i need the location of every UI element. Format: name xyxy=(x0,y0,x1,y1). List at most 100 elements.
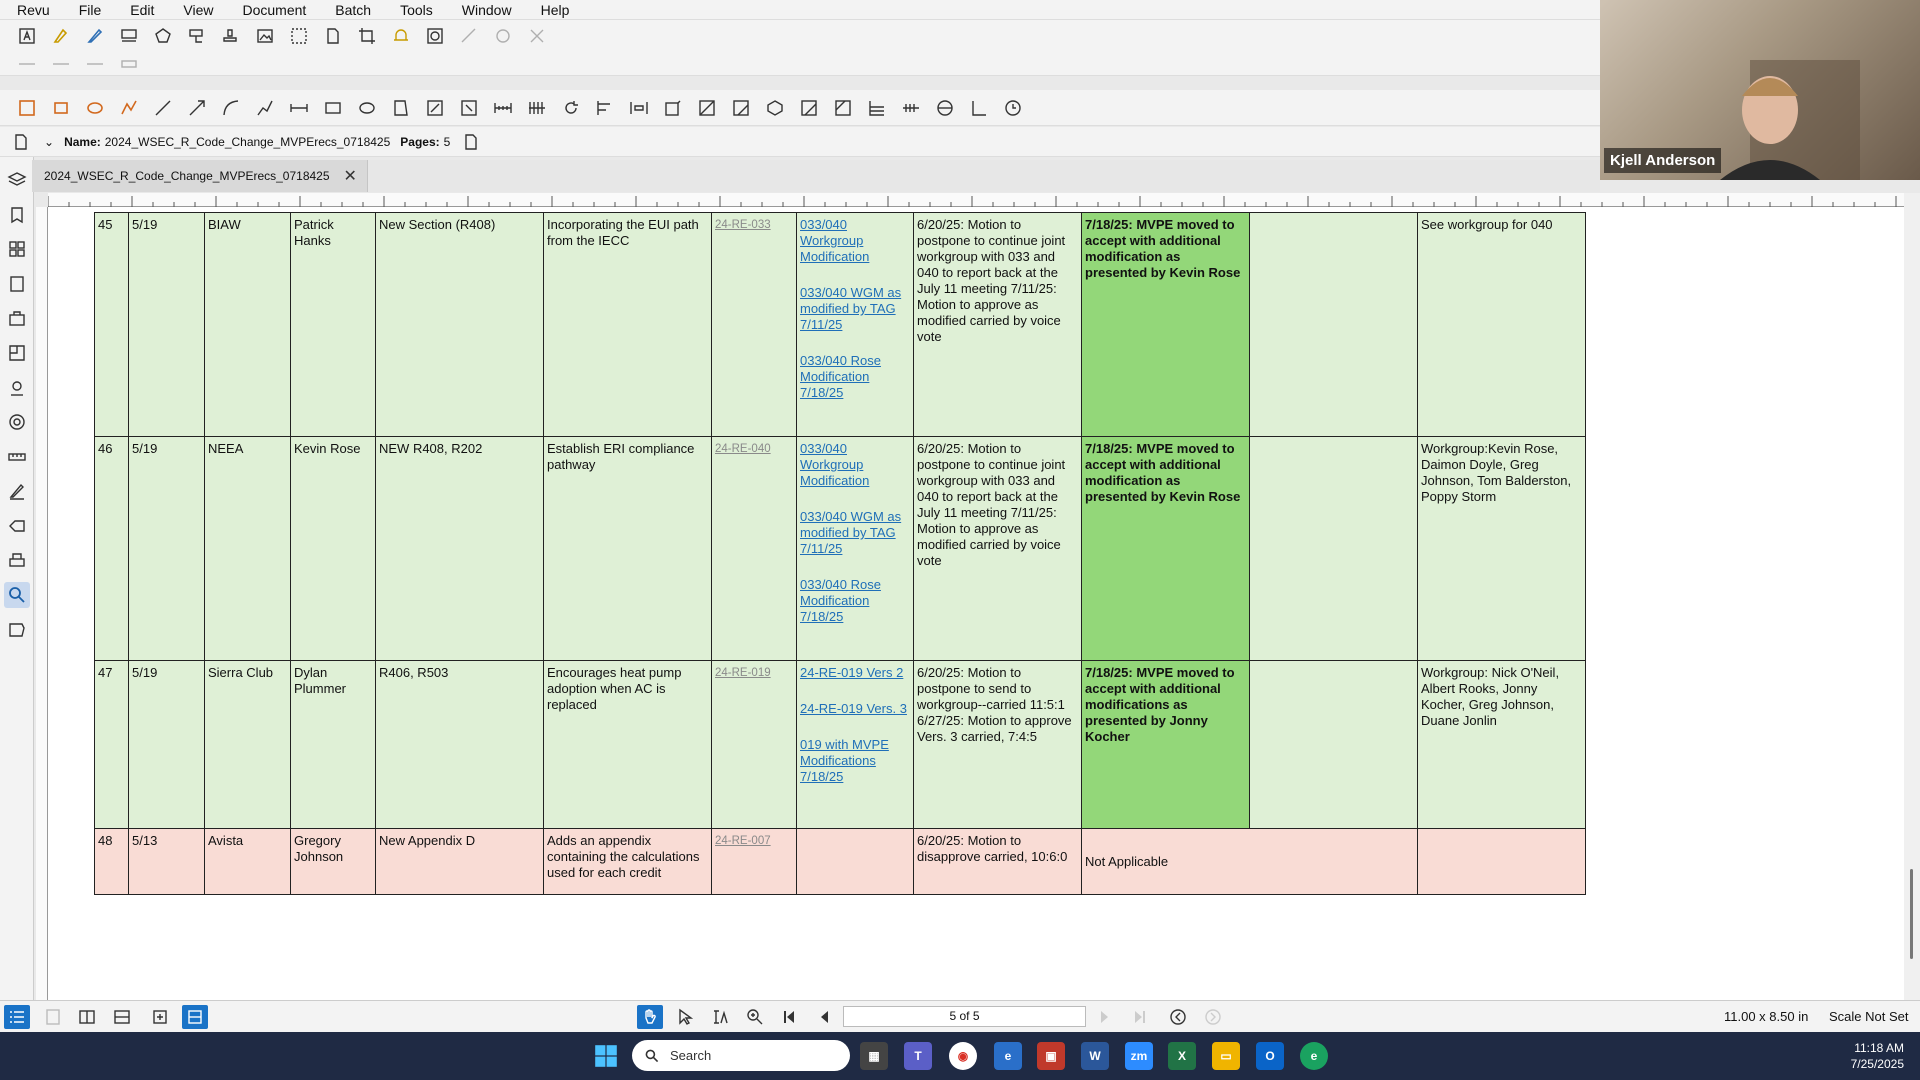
menu-edit[interactable]: Edit xyxy=(113,0,166,20)
volume-icon[interactable] xyxy=(660,96,686,120)
list-view-icon[interactable] xyxy=(4,1005,30,1029)
diameter-icon[interactable] xyxy=(796,96,822,120)
taskbar-search[interactable]: Search xyxy=(632,1040,850,1071)
properties-gear-icon[interactable] xyxy=(4,409,30,435)
chrome-app-icon[interactable]: ◉ xyxy=(949,1042,977,1070)
sets-icon[interactable] xyxy=(4,340,30,366)
measurements-icon[interactable] xyxy=(4,444,30,470)
edge-app-icon[interactable]: e xyxy=(1300,1042,1328,1070)
menu-help[interactable]: Help xyxy=(524,0,582,20)
menu-window[interactable]: Window xyxy=(445,0,524,20)
modification-link[interactable]: 019 with MVPE Modifications 7/18/25 xyxy=(800,737,910,785)
rotate-icon[interactable] xyxy=(558,96,584,120)
split-vertical-icon[interactable] xyxy=(74,1005,100,1029)
system-clock[interactable]: 11:18 AM 7/25/2025 xyxy=(1820,1040,1904,1072)
zoom-app-icon[interactable]: zm xyxy=(1125,1042,1153,1070)
menu-batch[interactable]: Batch xyxy=(318,0,383,20)
arc-icon[interactable] xyxy=(218,96,244,120)
document-icon[interactable] xyxy=(8,130,34,154)
layers-icon[interactable] xyxy=(4,167,30,193)
cutout-icon[interactable] xyxy=(728,96,754,120)
rectangle-select-icon[interactable] xyxy=(48,96,74,120)
modification-link[interactable]: 033/040 WGM as modified by TAG 7/11/25 xyxy=(800,509,910,557)
polyline-select-icon[interactable] xyxy=(116,96,142,120)
line-icon[interactable] xyxy=(150,96,176,120)
first-page-icon[interactable] xyxy=(776,1005,802,1029)
toolbox-icon[interactable] xyxy=(4,305,30,331)
document-canvas[interactable]: 45 5/19 BIAW Patrick Hanks New Section (R408… xyxy=(48,207,1904,1000)
menu-revu[interactable]: Revu xyxy=(0,0,62,20)
menu-file[interactable]: File xyxy=(62,0,114,20)
compare-icon[interactable] xyxy=(422,24,448,48)
page-number-field[interactable]: 5 of 5 xyxy=(843,1006,1086,1027)
proposal-link[interactable]: 24-RE-040 xyxy=(715,441,793,457)
angle-icon[interactable] xyxy=(864,96,890,120)
highlight-icon[interactable] xyxy=(48,24,74,48)
callout-icon[interactable] xyxy=(184,24,210,48)
reset-icon[interactable] xyxy=(1000,96,1026,120)
modification-link[interactable]: 033/040 WGM as modified by TAG 7/11/25 xyxy=(800,285,910,333)
snip-app-icon[interactable]: ▣ xyxy=(1037,1042,1065,1070)
tab-document[interactable]: 2024_WSEC_R_Code_Change_MVPErecs_0718425… xyxy=(32,160,368,192)
proposal-link[interactable]: 24-RE-007 xyxy=(715,833,793,849)
scale-readout[interactable]: Scale Not Set xyxy=(1829,1009,1909,1024)
proposal-link[interactable]: 24-RE-019 xyxy=(715,665,793,681)
select-arrow-icon[interactable] xyxy=(672,1005,698,1029)
search-panel-icon[interactable] xyxy=(3,582,30,609)
places-icon[interactable] xyxy=(4,375,30,401)
menu-document[interactable]: Document xyxy=(225,0,318,20)
modification-link[interactable]: 033/040 Workgroup Modification xyxy=(800,441,910,489)
proposal-link[interactable]: 24-RE-033 xyxy=(715,217,793,233)
reuse-icon[interactable] xyxy=(182,1005,208,1029)
excel-app-icon[interactable]: X xyxy=(1168,1042,1196,1070)
align-icon[interactable] xyxy=(592,96,618,120)
file-explorer-icon[interactable]: ▭ xyxy=(1212,1042,1240,1070)
single-page-icon[interactable] xyxy=(40,1005,66,1029)
close-icon[interactable]: ✕ xyxy=(344,166,357,186)
crop-icon[interactable] xyxy=(354,24,380,48)
tags-icon[interactable] xyxy=(4,513,30,539)
modification-link[interactable]: 033/040 Workgroup Modification xyxy=(800,217,910,265)
radius-icon[interactable] xyxy=(830,96,856,120)
select-text-icon[interactable] xyxy=(707,1005,733,1029)
spaces-icon[interactable] xyxy=(4,617,30,643)
select-icon[interactable] xyxy=(14,96,40,120)
length-icon[interactable] xyxy=(490,96,516,120)
image-icon[interactable] xyxy=(252,24,278,48)
pan-hand-icon[interactable] xyxy=(637,1005,663,1029)
page-icon[interactable] xyxy=(320,24,346,48)
pen-icon[interactable] xyxy=(82,24,108,48)
rectangle-icon[interactable] xyxy=(320,96,346,120)
signatures-icon[interactable] xyxy=(4,478,30,504)
corner-icon[interactable] xyxy=(966,96,992,120)
dimension-icon[interactable] xyxy=(286,96,312,120)
polygon-shape-icon[interactable] xyxy=(388,96,414,120)
printer-icon[interactable] xyxy=(4,548,30,574)
stamp-icon[interactable] xyxy=(116,24,142,48)
word-app-icon[interactable]: W xyxy=(1081,1042,1109,1070)
chevron-down-icon[interactable]: ⌄ xyxy=(44,135,54,149)
polyline-icon[interactable] xyxy=(252,96,278,120)
arrow-icon[interactable] xyxy=(184,96,210,120)
ellipse-icon[interactable] xyxy=(354,96,380,120)
distribute-icon[interactable] xyxy=(626,96,652,120)
bookmarks-icon[interactable] xyxy=(4,202,30,228)
outlook-app-icon[interactable]: O xyxy=(1256,1042,1284,1070)
split-horizontal-icon[interactable] xyxy=(109,1005,135,1029)
text-box-icon[interactable] xyxy=(14,24,40,48)
3d-icon[interactable] xyxy=(762,96,788,120)
modification-link[interactable]: 033/040 Rose Modification 7/18/25 xyxy=(800,353,910,401)
zoom-icon[interactable] xyxy=(742,1005,768,1029)
area-measure-icon[interactable] xyxy=(422,96,448,120)
thumbnails-icon[interactable] xyxy=(4,236,30,262)
bell-icon[interactable] xyxy=(388,24,414,48)
properties-icon[interactable] xyxy=(458,130,484,154)
polygon-icon[interactable] xyxy=(150,24,176,48)
count-icon[interactable] xyxy=(524,96,550,120)
modification-link[interactable]: 24-RE-019 Vers 2 xyxy=(800,665,910,681)
windows-start-icon[interactable] xyxy=(592,1042,620,1070)
terminal-app-icon[interactable]: ▦ xyxy=(860,1042,888,1070)
menu-tools[interactable]: Tools xyxy=(383,0,445,20)
menu-view[interactable]: View xyxy=(166,0,225,20)
vertical-scrollbar[interactable] xyxy=(1904,193,1920,1000)
